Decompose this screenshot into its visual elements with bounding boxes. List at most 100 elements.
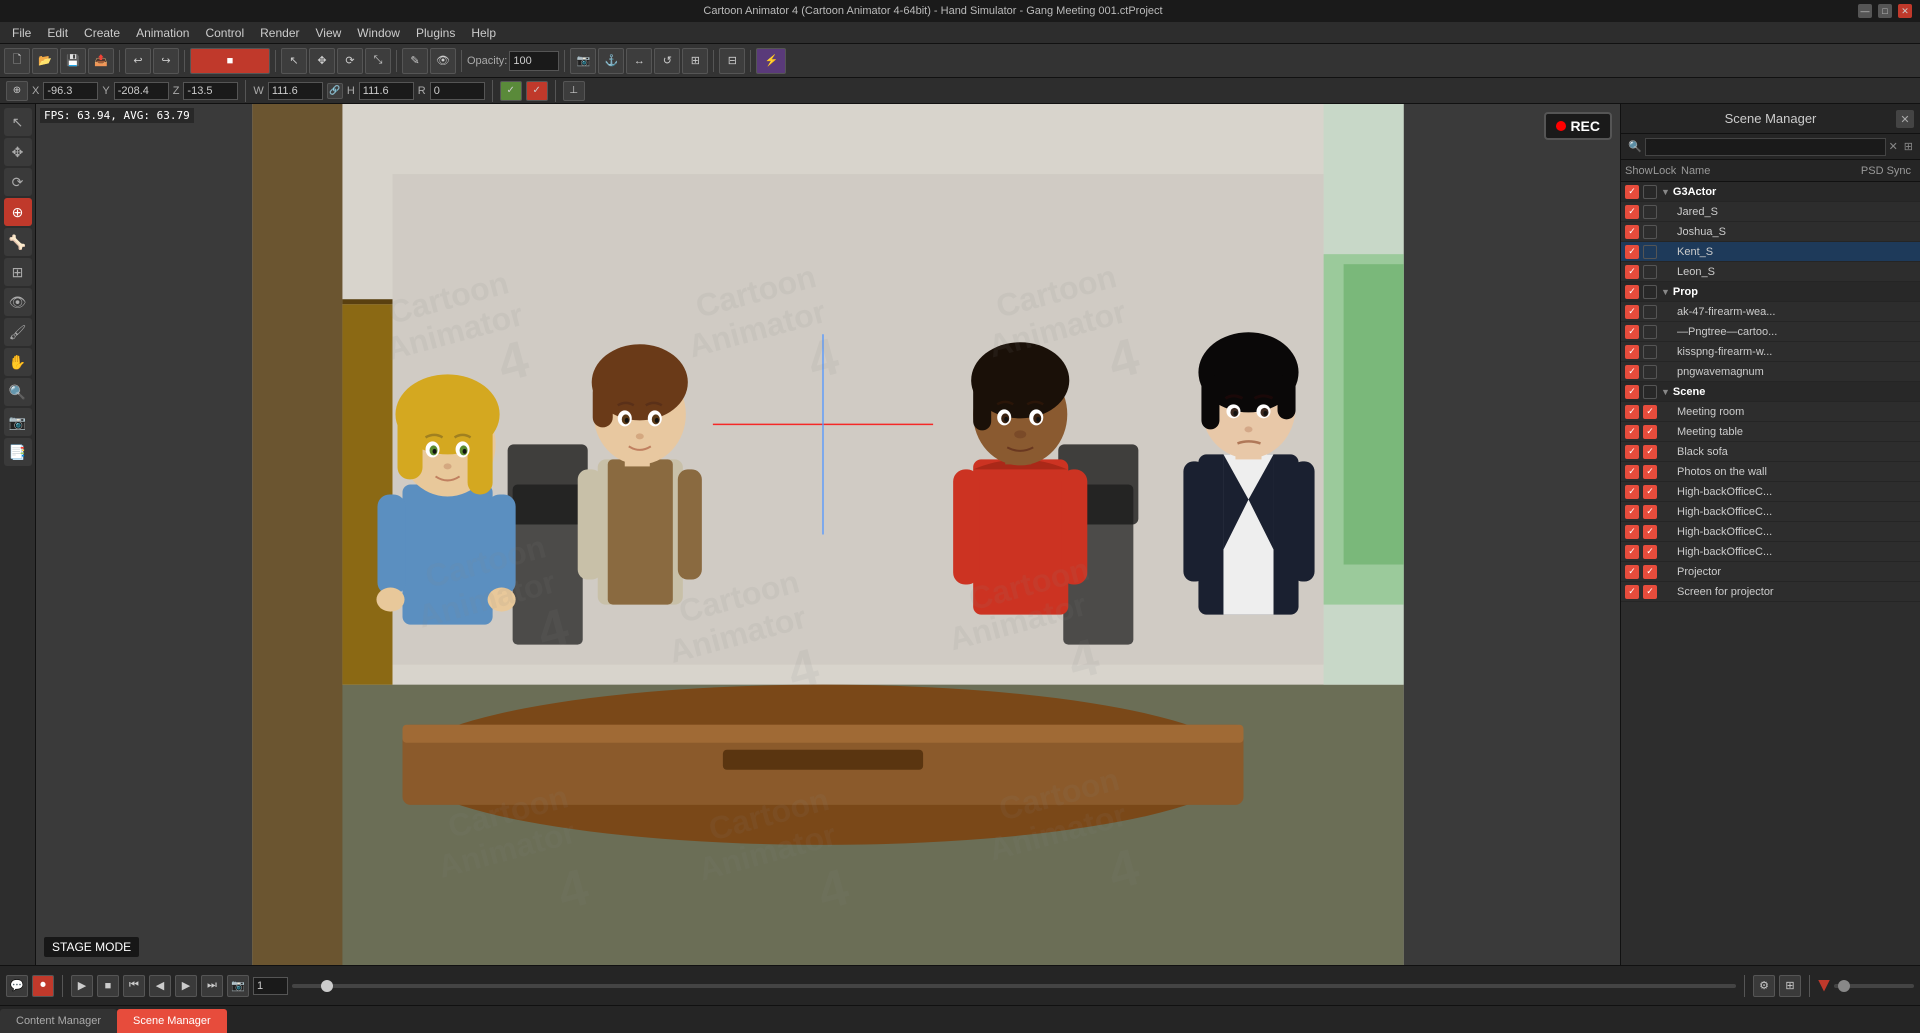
hb2-show-check[interactable]: ✓ — [1625, 505, 1639, 519]
menu-window[interactable]: Window — [349, 24, 408, 42]
g3actor-lock-check[interactable] — [1643, 185, 1657, 199]
eye-tool[interactable]: 👁 — [430, 48, 456, 74]
photos-lock-check[interactable]: ✓ — [1643, 465, 1657, 479]
hb3-lock-check[interactable]: ✓ — [1643, 525, 1657, 539]
bone-lt-btn[interactable]: 🦴 — [4, 228, 32, 256]
rotate-lt-btn[interactable]: ⟳ — [4, 168, 32, 196]
w-input[interactable] — [268, 82, 323, 100]
redo-button[interactable]: ↪ — [153, 48, 179, 74]
refresh-button[interactable]: ↺ — [654, 48, 680, 74]
menu-control[interactable]: Control — [197, 24, 252, 42]
tree-item-highback3[interactable]: ✓ ✓ High-backOfficeC... — [1621, 522, 1920, 542]
content-manager-tab[interactable]: Content Manager — [0, 1009, 117, 1033]
proj-lock-check[interactable]: ✓ — [1643, 565, 1657, 579]
joshua-lock-check[interactable] — [1643, 225, 1657, 239]
tree-item-joshua[interactable]: ✓ Joshua_S — [1621, 222, 1920, 242]
mini-track[interactable] — [1834, 984, 1914, 988]
bsofa-lock-check[interactable]: ✓ — [1643, 445, 1657, 459]
tree-item-pngtree[interactable]: ✓ —Pngtree—cartoo... — [1621, 322, 1920, 342]
menu-help[interactable]: Help — [463, 24, 504, 42]
minimize-button[interactable]: — — [1858, 4, 1872, 18]
prev-keyframe-btn[interactable]: ⏮ — [123, 975, 145, 997]
frame-input[interactable] — [253, 977, 288, 995]
screen-lock-check[interactable]: ✓ — [1643, 585, 1657, 599]
menu-render[interactable]: Render — [252, 24, 307, 42]
menu-view[interactable]: View — [307, 24, 349, 42]
scene-manager-tab[interactable]: Scene Manager — [117, 1009, 227, 1033]
jared-lock-check[interactable] — [1643, 205, 1657, 219]
rec-button[interactable]: REC — [1544, 112, 1612, 140]
tree-item-leon[interactable]: ✓ Leon_S — [1621, 262, 1920, 282]
search-options-icon[interactable]: ⊞ — [1904, 140, 1913, 153]
mroom-show-check[interactable]: ✓ — [1625, 405, 1639, 419]
timeline-track[interactable] — [292, 984, 1736, 988]
menu-plugins[interactable]: Plugins — [408, 24, 463, 42]
tree-item-photos-wall[interactable]: ✓ ✓ Photos on the wall — [1621, 462, 1920, 482]
open-button[interactable]: 📂 — [32, 48, 58, 74]
tree-item-meeting-room[interactable]: ✓ ✓ Meeting room — [1621, 402, 1920, 422]
rotate-tool[interactable]: ⟳ — [337, 48, 363, 74]
g3actor-show-check[interactable]: ✓ — [1625, 185, 1639, 199]
scale-tool[interactable]: ⤡ — [365, 48, 391, 74]
play-btn[interactable]: ▶ — [71, 975, 93, 997]
eye-lt-btn[interactable]: 👁 — [4, 288, 32, 316]
capture-btn[interactable]: 📷 — [227, 975, 249, 997]
scene-lock-check[interactable] — [1643, 385, 1657, 399]
move-lt-btn[interactable]: ✥ — [4, 138, 32, 166]
select-tool[interactable]: ↖ — [281, 48, 307, 74]
tree-item-ak47[interactable]: ✓ ak-47-firearm-wea... — [1621, 302, 1920, 322]
hb2-lock-check[interactable]: ✓ — [1643, 505, 1657, 519]
anchor-button[interactable]: ⚓ — [598, 48, 624, 74]
tree-item-jared[interactable]: ✓ Jared_S — [1621, 202, 1920, 222]
maximize-button[interactable]: □ — [1878, 4, 1892, 18]
g3actor-expand[interactable]: ▼ — [1661, 187, 1670, 197]
menu-animation[interactable]: Animation — [128, 24, 197, 42]
tree-item-black-sofa[interactable]: ✓ ✓ Black sofa — [1621, 442, 1920, 462]
r-input[interactable] — [430, 82, 485, 100]
settings-btn[interactable]: ⚙ — [1753, 975, 1775, 997]
hb1-lock-check[interactable]: ✓ — [1643, 485, 1657, 499]
tree-item-kisspng[interactable]: ✓ kisspng-firearm-w... — [1621, 342, 1920, 362]
hb4-show-check[interactable]: ✓ — [1625, 545, 1639, 559]
grid-lt-btn[interactable]: ⊞ — [4, 258, 32, 286]
mini-thumb[interactable] — [1838, 980, 1850, 992]
tree-item-projector[interactable]: ✓ ✓ Projector — [1621, 562, 1920, 582]
menu-edit[interactable]: Edit — [39, 24, 76, 42]
mtable-lock-check[interactable]: ✓ — [1643, 425, 1657, 439]
mtable-show-check[interactable]: ✓ — [1625, 425, 1639, 439]
prop-lock-check[interactable] — [1643, 285, 1657, 299]
search-clear-icon[interactable]: ✕ — [1889, 140, 1898, 153]
active-lt-btn[interactable]: ⊕ — [4, 198, 32, 226]
photos-show-check[interactable]: ✓ — [1625, 465, 1639, 479]
menu-create[interactable]: Create — [76, 24, 128, 42]
close-button[interactable]: ✕ — [1898, 4, 1912, 18]
camera-lt-btn[interactable]: 📷 — [4, 408, 32, 436]
tree-item-kent[interactable]: ✓ Kent_S — [1621, 242, 1920, 262]
camera-button[interactable]: 📷 — [570, 48, 596, 74]
ak47-lock-check[interactable] — [1643, 305, 1657, 319]
tree-group-scene[interactable]: ✓ ▼ Scene — [1621, 382, 1920, 402]
leon-lock-check[interactable] — [1643, 265, 1657, 279]
search-input[interactable] — [1645, 138, 1886, 156]
kent-show-check[interactable]: ✓ — [1625, 245, 1639, 259]
edit-motion[interactable]: ✎ — [402, 48, 428, 74]
mirror-button[interactable]: ↔ — [626, 48, 652, 74]
grid-button[interactable]: ⊞ — [682, 48, 708, 74]
tree-group-g3actor[interactable]: ✓ ▼ G3Actor — [1621, 182, 1920, 202]
tree-item-highback1[interactable]: ✓ ✓ High-backOfficeC... — [1621, 482, 1920, 502]
undo-button[interactable]: ↩ — [125, 48, 151, 74]
zoom-lt-btn[interactable]: 🔍 — [4, 378, 32, 406]
chat-btn[interactable]: 💬 — [6, 975, 28, 997]
tree-item-pngwave[interactable]: ✓ pngwavemagnum — [1621, 362, 1920, 382]
proj-show-check[interactable]: ✓ — [1625, 565, 1639, 579]
export-tl-btn[interactable]: ⊞ — [1779, 975, 1801, 997]
move-tool[interactable]: ✥ — [309, 48, 335, 74]
select-lt-btn[interactable]: ↖ — [4, 108, 32, 136]
pos-mode-btn[interactable]: ⊕ — [6, 81, 28, 101]
next-keyframe-btn[interactable]: ⏭ — [201, 975, 223, 997]
mroom-lock-check[interactable]: ✓ — [1643, 405, 1657, 419]
save-button[interactable]: 💾 — [60, 48, 86, 74]
stop-btn[interactable]: ■ — [97, 975, 119, 997]
kent-lock-check[interactable] — [1643, 245, 1657, 259]
kisspng-show-check[interactable]: ✓ — [1625, 345, 1639, 359]
